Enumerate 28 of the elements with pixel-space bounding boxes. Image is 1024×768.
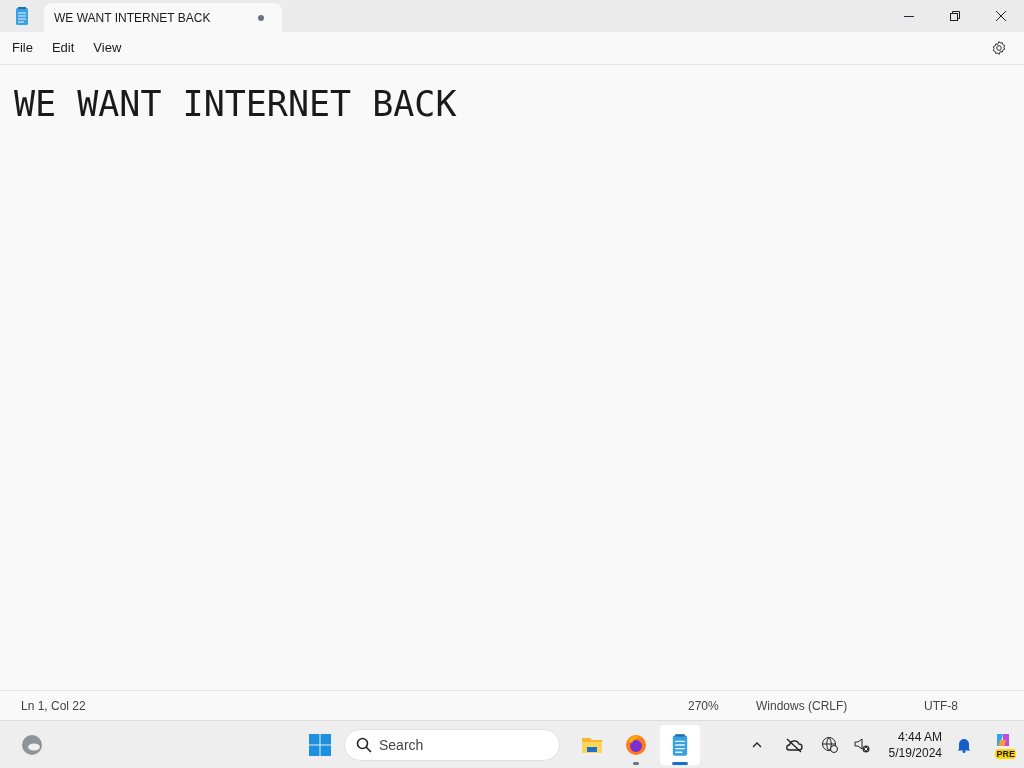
weather-icon[interactable] xyxy=(20,732,44,757)
tab-title: WE WANT INTERNET BACK xyxy=(54,9,212,27)
clock-time[interactable]: 4:44 AM xyxy=(897,728,942,745)
search-icon xyxy=(356,736,372,753)
cursor-position: Ln 1, Col 22 xyxy=(21,697,87,715)
preview-badge: PRE xyxy=(995,748,1016,759)
encoding: UTF-8 xyxy=(924,697,959,715)
restore-icon xyxy=(950,11,960,21)
running-indicator xyxy=(672,761,688,765)
speaker-muted-icon[interactable] xyxy=(852,735,871,754)
clock-date[interactable]: 5/19/2024 xyxy=(888,744,942,761)
app-icon xyxy=(14,6,30,26)
zoom-level: 270% xyxy=(688,697,720,715)
search-field[interactable]: Search xyxy=(344,728,560,761)
menu-item[interactable]: View xyxy=(85,34,130,62)
editor-text[interactable]: WE WANT INTERNET BACK xyxy=(14,84,1010,124)
document-tab[interactable]: WE WANT INTERNET BACK xyxy=(44,3,282,32)
line-ending: Windows (CRLF) xyxy=(756,697,849,715)
running-indicator xyxy=(633,761,639,765)
menu-item[interactable]: Edit xyxy=(43,34,83,62)
taskbar-app[interactable] xyxy=(660,724,700,765)
menu-item[interactable]: File xyxy=(4,34,41,62)
close-icon xyxy=(996,11,1006,21)
settings-icon[interactable] xyxy=(991,40,1007,56)
windows-logo-icon xyxy=(308,732,332,757)
bell-icon[interactable] xyxy=(956,736,972,753)
browser-icon xyxy=(624,732,648,757)
globe-icon[interactable] xyxy=(820,735,839,754)
